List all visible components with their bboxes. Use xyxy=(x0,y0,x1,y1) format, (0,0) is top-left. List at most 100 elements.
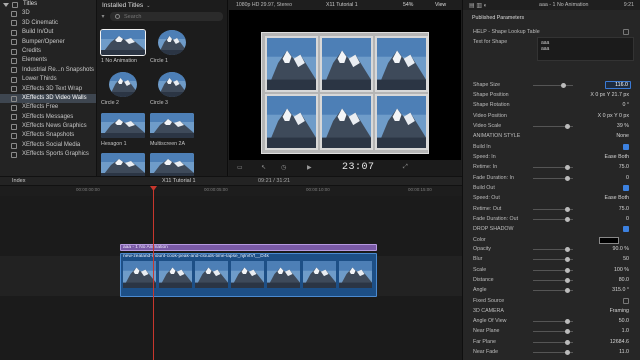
title-template-tile[interactable] xyxy=(101,153,145,176)
inspector-param-row[interactable]: Shape Size 116.0 xyxy=(463,80,640,90)
sidebar-item[interactable]: XEffects Social Media xyxy=(0,141,96,150)
inspector-param-row[interactable]: Video Scale 39 % xyxy=(463,121,640,131)
param-value[interactable]: 39 % xyxy=(617,123,629,129)
viewer-view-menu[interactable]: View xyxy=(435,2,446,8)
param-value[interactable]: 11.0 xyxy=(619,349,629,355)
param-value[interactable]: 80.0 xyxy=(619,277,629,283)
sidebar-item[interactable]: Bumper/Opener xyxy=(0,38,96,47)
slider-knob[interactable] xyxy=(565,175,570,181)
sidebar-item[interactable]: XEffects Free xyxy=(0,103,96,112)
sidebar-item[interactable]: Elements xyxy=(0,56,96,65)
inspector-param-row[interactable]: Retime: Out 75.0 xyxy=(463,204,640,214)
playhead[interactable] xyxy=(153,186,154,360)
viewer-zoom-menu[interactable]: 54% xyxy=(403,2,413,8)
inspector-param-row[interactable]: DROP SHADOW xyxy=(463,224,640,234)
param-value[interactable]: None xyxy=(616,133,629,139)
browser-header[interactable]: Installed Titles ⌄ xyxy=(97,0,227,11)
param-value-field[interactable]: 116.0 xyxy=(605,81,631,89)
speed-icon[interactable]: ◷ xyxy=(281,164,286,171)
title-template-tile[interactable]: Hexagon 1 xyxy=(101,113,145,147)
sidebar-item[interactable]: 3D Cinematic xyxy=(0,19,96,28)
sidebar-item[interactable]: XEffects Messages xyxy=(0,113,96,122)
title-template-tile[interactable]: Circle 2 xyxy=(101,72,145,106)
inspector-param-row[interactable]: Scale 100 % xyxy=(463,265,640,275)
param-slider[interactable] xyxy=(533,216,573,222)
param-slider[interactable] xyxy=(533,318,573,324)
inspector-param-row[interactable]: Shape Position X 0 px Y 21.7 px xyxy=(463,90,640,100)
param-slider[interactable] xyxy=(533,339,573,345)
inspector-param-row[interactable]: Near Fade 11.0 xyxy=(463,347,640,357)
slider-knob[interactable] xyxy=(565,277,570,283)
slider-knob[interactable] xyxy=(565,206,570,212)
inspector-param-row[interactable]: Speed: In Ease Both xyxy=(463,152,640,162)
param-value[interactable]: Ease Both xyxy=(605,154,629,160)
inspector-param-row[interactable]: ANIMATION STYLE None xyxy=(463,131,640,141)
sidebar-item[interactable]: Lower Thirds xyxy=(0,75,96,84)
title-template-tile[interactable]: Circle 1 xyxy=(150,30,194,64)
inspector-param-row[interactable]: Retime: In 75.0 xyxy=(463,162,640,172)
sidebar-item[interactable]: Credits xyxy=(0,47,96,56)
disclosure-triangle-icon[interactable] xyxy=(3,2,9,7)
param-slider[interactable] xyxy=(533,328,573,334)
color-well[interactable] xyxy=(599,236,619,244)
inspector-tab-icons[interactable]: ▤ ▥ ◐ xyxy=(469,2,487,9)
inspector-param-row[interactable]: Shape Rotation 0 ° xyxy=(463,100,640,110)
param-slider[interactable] xyxy=(533,82,573,88)
slider-knob[interactable] xyxy=(565,267,570,273)
param-value[interactable]: 0 ° xyxy=(622,102,629,108)
inspector-param-row[interactable]: Video Position X 0 px Y 0 px xyxy=(463,111,640,121)
param-slider[interactable] xyxy=(533,206,573,212)
title-clip[interactable]: aaa - 1 No Animation xyxy=(120,244,377,251)
transform-tool-icon[interactable]: ↖ xyxy=(261,164,266,171)
sidebar-root-titles[interactable]: Titles xyxy=(0,0,96,9)
sidebar-item[interactable]: 3D xyxy=(0,9,96,18)
param-value[interactable]: 12684.6 xyxy=(610,339,629,345)
param-slider[interactable] xyxy=(533,267,573,273)
param-value[interactable]: 50.0 xyxy=(619,318,629,324)
inspector-param-row[interactable]: Build Out xyxy=(463,183,640,193)
param-value[interactable]: 1.0 xyxy=(622,328,629,334)
slider-knob[interactable] xyxy=(565,318,570,324)
param-slider[interactable] xyxy=(533,277,573,283)
param-value[interactable]: X 0 px Y 0 px xyxy=(598,113,629,119)
inspector-param-row[interactable]: Far Plane 12684.6 xyxy=(463,337,640,347)
title-template-tile[interactable]: Multiscreen 2A xyxy=(150,113,194,147)
param-checkbox[interactable] xyxy=(623,226,629,232)
slider-knob[interactable] xyxy=(565,256,570,262)
param-checkbox[interactable] xyxy=(623,29,629,35)
param-value[interactable]: 100 % xyxy=(614,267,629,273)
title-template-tile[interactable]: 1 No Animation xyxy=(100,29,146,64)
browser-filter-icon[interactable]: ▾ xyxy=(97,12,109,21)
title-template-tile[interactable]: Circle 3 xyxy=(150,72,194,106)
slider-knob[interactable] xyxy=(565,339,570,345)
param-checkbox[interactable] xyxy=(623,185,629,191)
param-slider[interactable] xyxy=(533,287,573,293)
param-slider[interactable] xyxy=(533,256,573,262)
slider-knob[interactable] xyxy=(561,82,566,88)
param-checkbox[interactable] xyxy=(623,298,629,304)
browser-search-input[interactable]: Search xyxy=(110,12,223,21)
inspector-param-row[interactable]: Distance 80.0 xyxy=(463,275,640,285)
sidebar-item[interactable]: Industrial Re...n Snapshots xyxy=(0,66,96,75)
param-value[interactable]: X 0 px Y 21.7 px xyxy=(590,92,629,98)
inspector-param-row[interactable]: Fade Duration: Out 0 xyxy=(463,214,640,224)
inspector-param-row[interactable]: 3D CAMERA Framing xyxy=(463,306,640,316)
param-value[interactable]: 315.0 ° xyxy=(612,287,629,293)
sidebar-item[interactable]: XEffects 3D Video Walls xyxy=(0,93,96,104)
param-value[interactable]: 75.0 xyxy=(619,164,629,170)
play-button-icon[interactable]: ▶ xyxy=(307,164,312,171)
slider-knob[interactable] xyxy=(565,216,570,222)
timeline-area[interactable]: aaa - 1 No Animation new-zealand-mount-c… xyxy=(0,196,462,360)
slider-knob[interactable] xyxy=(565,123,570,129)
sidebar-item[interactable]: XEffects Snapshots xyxy=(0,131,96,140)
inspector-param-row[interactable]: Blur 50 xyxy=(463,254,640,264)
inspector-param-row[interactable]: Build In xyxy=(463,142,640,152)
title-template-tile[interactable] xyxy=(150,153,194,176)
sidebar-item[interactable]: Build In/Out xyxy=(0,28,96,37)
inspector-param-row[interactable]: Near Plane 1.0 xyxy=(463,326,640,336)
param-value[interactable]: Framing xyxy=(610,308,629,314)
slider-knob[interactable] xyxy=(565,349,570,355)
sidebar-item[interactable]: XEffects Sports Graphics xyxy=(0,150,96,159)
slider-knob[interactable] xyxy=(565,164,570,170)
param-value[interactable]: 50 xyxy=(623,256,629,262)
